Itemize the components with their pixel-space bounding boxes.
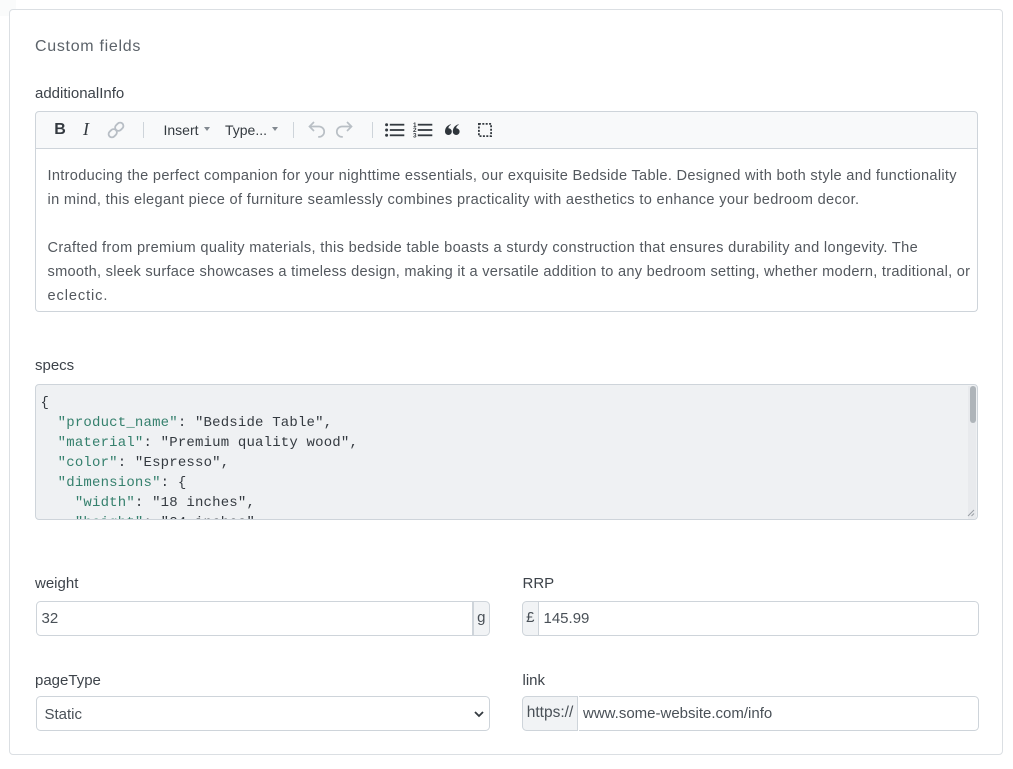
svg-text:3: 3 bbox=[413, 133, 417, 139]
